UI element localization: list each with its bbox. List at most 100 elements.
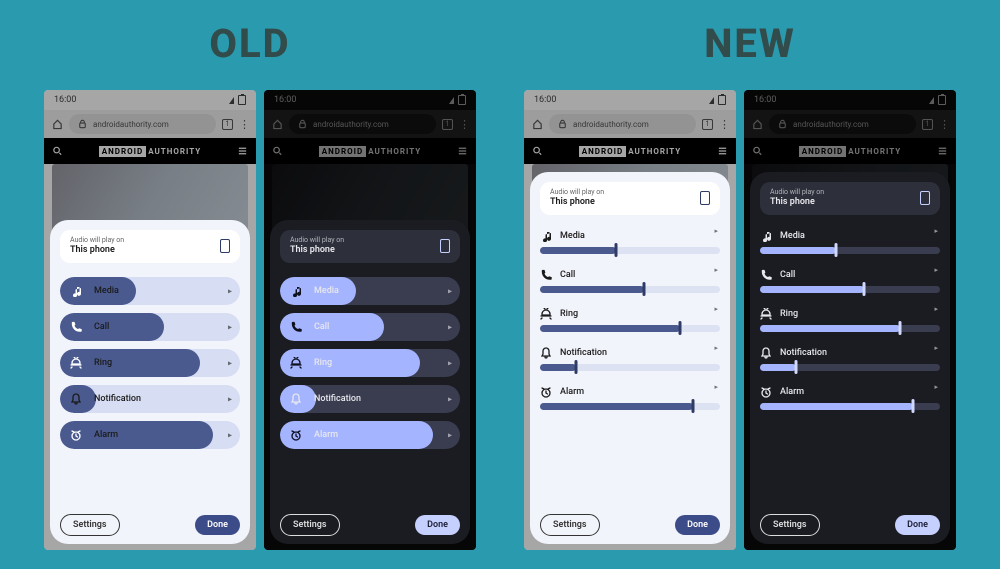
chevron-right-icon: ▸ xyxy=(448,322,452,331)
audio-output-label: Audio will play on xyxy=(70,236,124,245)
chevron-right-icon: ▸ xyxy=(714,305,718,313)
chevron-right-icon: ▸ xyxy=(448,286,452,295)
ring-icon xyxy=(70,357,82,369)
bell-icon xyxy=(70,393,82,405)
chevron-right-icon: ▸ xyxy=(228,286,232,295)
settings-button[interactable]: Settings xyxy=(540,514,600,536)
volume-slider-alarm[interactable]: Alarm ▸ xyxy=(280,421,460,449)
volume-slider-alarm[interactable]: Alarm ▸ xyxy=(540,386,720,410)
done-button[interactable]: Done xyxy=(415,515,460,535)
audio-output-card[interactable]: Audio will play on This phone xyxy=(760,182,940,215)
volume-slider-notification[interactable]: Notification ▸ xyxy=(60,385,240,413)
slider-label: Alarm xyxy=(780,387,804,397)
volume-slider-call[interactable]: Call ▸ xyxy=(280,313,460,341)
volume-slider-ring[interactable]: Ring ▸ xyxy=(540,308,720,332)
volume-panel: Audio will play on This phone Media ▸ Ca… xyxy=(750,172,950,544)
volume-slider-call[interactable]: Call ▸ xyxy=(760,269,940,293)
phone-mock-old-dark: 16:00 androidauthority.com 1 ⋮ ANDROIDAU… xyxy=(264,90,476,550)
slider-label: Alarm xyxy=(560,387,584,397)
volume-slider-call[interactable]: Call ▸ xyxy=(60,313,240,341)
chevron-right-icon: ▸ xyxy=(714,266,718,274)
slider-label: Media xyxy=(780,231,805,241)
done-button[interactable]: Done xyxy=(675,515,720,535)
slider-label: Media xyxy=(560,231,585,241)
alarm-icon xyxy=(540,386,552,398)
volume-slider-media[interactable]: Media ▸ xyxy=(60,277,240,305)
done-button[interactable]: Done xyxy=(895,515,940,535)
volume-slider-media[interactable]: Media ▸ xyxy=(540,230,720,254)
chevron-right-icon: ▸ xyxy=(934,266,938,274)
music-note-icon xyxy=(290,285,302,297)
settings-button[interactable]: Settings xyxy=(60,514,120,536)
volume-slider-media[interactable]: Media ▸ xyxy=(280,277,460,305)
phone-device-icon xyxy=(700,191,710,205)
group-old: 16:00 androidauthority.com 1 ⋮ ANDROIDAU… xyxy=(44,90,476,550)
phone-icon xyxy=(540,269,552,281)
phone-mock-new-light: 16:00 androidauthority.com 1 ⋮ ANDROIDAU… xyxy=(524,90,736,550)
audio-output-label: Audio will play on xyxy=(550,188,604,197)
ring-icon xyxy=(760,308,772,320)
slider-label: Call xyxy=(780,270,795,280)
music-note-icon xyxy=(760,230,772,242)
chevron-right-icon: ▸ xyxy=(448,394,452,403)
settings-button[interactable]: Settings xyxy=(760,514,820,536)
alarm-icon xyxy=(760,386,772,398)
phone-icon xyxy=(290,321,302,333)
chevron-right-icon: ▸ xyxy=(934,227,938,235)
alarm-icon xyxy=(290,429,302,441)
chevron-right-icon: ▸ xyxy=(934,383,938,391)
heading-old: OLD xyxy=(0,20,500,67)
chevron-right-icon: ▸ xyxy=(934,305,938,313)
audio-output-card[interactable]: Audio will play on This phone xyxy=(60,230,240,263)
chevron-right-icon: ▸ xyxy=(714,227,718,235)
chevron-right-icon: ▸ xyxy=(714,383,718,391)
music-note-icon xyxy=(70,285,82,297)
phone-device-icon xyxy=(920,191,930,205)
volume-slider-notification[interactable]: Notification ▸ xyxy=(280,385,460,413)
chevron-right-icon: ▸ xyxy=(228,394,232,403)
volume-slider-notification[interactable]: Notification ▸ xyxy=(760,347,940,371)
audio-output-device: This phone xyxy=(70,245,124,257)
audio-output-device: This phone xyxy=(550,197,604,209)
chevron-right-icon: ▸ xyxy=(228,358,232,367)
audio-output-label: Audio will play on xyxy=(290,236,344,245)
volume-slider-media[interactable]: Media ▸ xyxy=(760,230,940,254)
audio-output-device: This phone xyxy=(290,245,344,257)
settings-button[interactable]: Settings xyxy=(280,514,340,536)
volume-slider-ring[interactable]: Ring ▸ xyxy=(60,349,240,377)
audio-output-label: Audio will play on xyxy=(770,188,824,197)
slider-label: Ring xyxy=(560,309,578,319)
alarm-icon xyxy=(70,429,82,441)
slider-label: Notification xyxy=(780,348,827,358)
slider-label: Notification xyxy=(94,394,141,404)
volume-slider-call[interactable]: Call ▸ xyxy=(540,269,720,293)
volume-panel: Audio will play on This phone Media ▸ Ca… xyxy=(530,172,730,544)
done-button[interactable]: Done xyxy=(195,515,240,535)
audio-output-card[interactable]: Audio will play on This phone xyxy=(280,230,460,263)
chevron-right-icon: ▸ xyxy=(228,430,232,439)
audio-output-card[interactable]: Audio will play on This phone xyxy=(540,182,720,215)
heading-new: NEW xyxy=(500,20,1000,67)
volume-slider-ring[interactable]: Ring ▸ xyxy=(280,349,460,377)
volume-slider-alarm[interactable]: Alarm ▸ xyxy=(60,421,240,449)
chevron-right-icon: ▸ xyxy=(714,344,718,352)
ring-icon xyxy=(540,308,552,320)
bell-icon xyxy=(760,347,772,359)
slider-label: Notification xyxy=(314,394,361,404)
phone-icon xyxy=(70,321,82,333)
volume-slider-ring[interactable]: Ring ▸ xyxy=(760,308,940,332)
slider-label: Call xyxy=(560,270,575,280)
volume-panel: Audio will play on This phone Media ▸ Ca… xyxy=(50,220,250,544)
volume-slider-alarm[interactable]: Alarm ▸ xyxy=(760,386,940,410)
chevron-right-icon: ▸ xyxy=(448,430,452,439)
music-note-icon xyxy=(540,230,552,242)
slider-label: Ring xyxy=(780,309,798,319)
phone-mock-old-light: 16:00 androidauthority.com 1 ⋮ ANDROIDAU… xyxy=(44,90,256,550)
volume-slider-notification[interactable]: Notification ▸ xyxy=(540,347,720,371)
phone-icon xyxy=(760,269,772,281)
bell-icon xyxy=(290,393,302,405)
volume-panel: Audio will play on This phone Media ▸ Ca… xyxy=(270,220,470,544)
chevron-right-icon: ▸ xyxy=(934,344,938,352)
slider-label: Notification xyxy=(560,348,607,358)
audio-output-device: This phone xyxy=(770,197,824,209)
